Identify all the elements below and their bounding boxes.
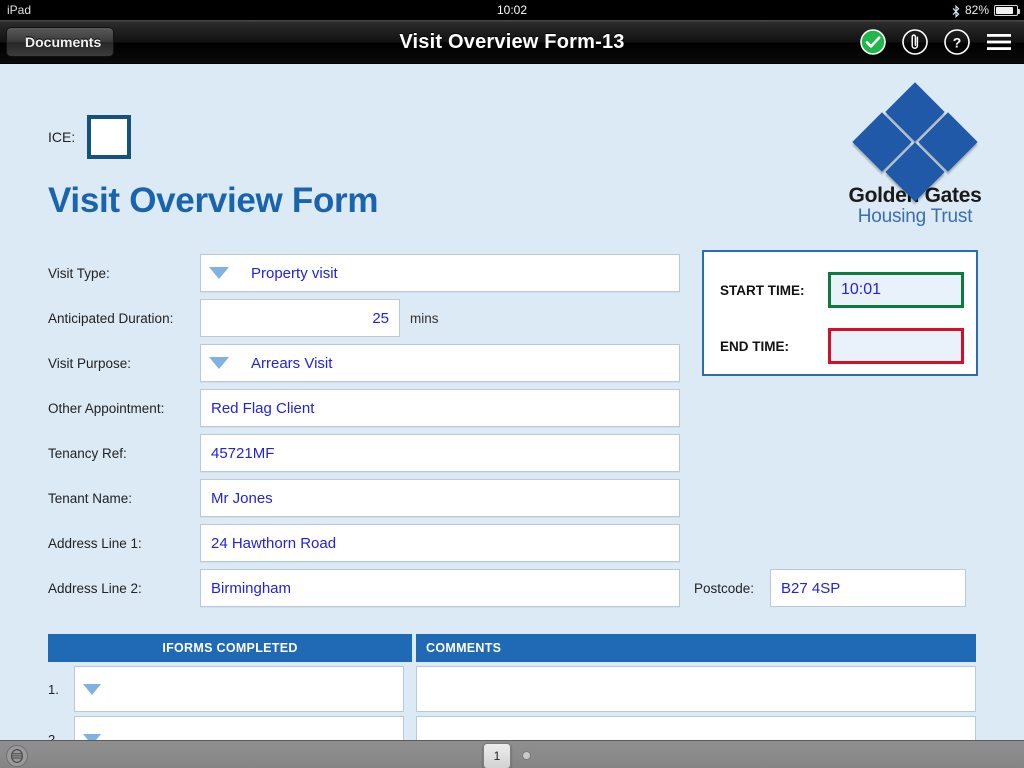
label-start-time: START TIME: bbox=[720, 282, 805, 298]
row-number: 1. bbox=[48, 681, 59, 697]
input-anticipated-duration[interactable]: 25 bbox=[200, 299, 400, 337]
nav-icon-group: ? bbox=[860, 20, 1012, 64]
duration-unit-label: mins bbox=[410, 310, 439, 326]
help-circle-icon[interactable]: ? bbox=[944, 29, 970, 55]
label-address-line-1: Address Line 1: bbox=[48, 535, 142, 551]
table-header-iforms-completed: IFORMS COMPLETED bbox=[48, 634, 412, 662]
status-bar: iPad 10:02 82% bbox=[0, 0, 1024, 20]
chevron-down-icon[interactable] bbox=[209, 357, 229, 369]
input-address-line-1[interactable]: 24 Hawthorn Road bbox=[200, 524, 680, 562]
ice-checkbox[interactable] bbox=[87, 115, 132, 159]
status-clock: 10:02 bbox=[496, 3, 528, 17]
input-comment-1[interactable] bbox=[416, 666, 976, 712]
page-number-indicator[interactable]: 1 bbox=[483, 743, 511, 768]
input-comment-2[interactable] bbox=[416, 716, 976, 740]
field-row-visit-type: Visit Type: Property visit bbox=[48, 254, 680, 292]
nav-bar: Documents Visit Overview Form-13 ? bbox=[0, 20, 1024, 64]
label-end-time: END TIME: bbox=[720, 338, 789, 354]
field-row-tenant-name: Tenant Name: Mr Jones bbox=[48, 479, 680, 517]
label-postcode: Postcode: bbox=[694, 580, 755, 596]
input-address-line-2[interactable]: Birmingham bbox=[200, 569, 680, 607]
input-end-time[interactable] bbox=[828, 328, 964, 364]
table-header-comments: COMMENTS bbox=[416, 634, 976, 662]
value-visit-purpose: Arrears Visit bbox=[251, 354, 333, 372]
label-visit-type: Visit Type: bbox=[48, 265, 110, 281]
chevron-down-icon[interactable] bbox=[209, 267, 229, 279]
input-start-time[interactable]: 10:01 bbox=[828, 272, 964, 308]
paperclip-icon[interactable] bbox=[902, 29, 928, 55]
label-address-line-2: Address Line 2: bbox=[48, 580, 142, 596]
bluetooth-icon bbox=[952, 4, 960, 18]
input-visit-type[interactable]: Property visit bbox=[200, 254, 680, 292]
battery-icon bbox=[994, 4, 1020, 16]
hamburger-menu-icon[interactable] bbox=[986, 31, 1012, 53]
form-sheet: ICE: Visit Overview Form Golden Gates Ho… bbox=[0, 64, 1024, 740]
field-row-address-line-2: Address Line 2: Birmingham bbox=[48, 569, 680, 607]
visit-time-panel: START TIME: 10:01 END TIME: bbox=[702, 250, 978, 376]
ice-row: ICE: bbox=[48, 115, 132, 159]
table-header-row: IFORMS COMPLETED COMMENTS bbox=[48, 634, 976, 662]
input-iform-2[interactable] bbox=[74, 716, 404, 740]
table-row: 1. bbox=[48, 666, 976, 712]
check-circle-icon[interactable] bbox=[860, 29, 886, 55]
input-postcode[interactable]: B27 4SP bbox=[770, 569, 967, 607]
field-row-postcode: Postcode: B27 4SP bbox=[694, 569, 967, 607]
logo-line-2: Housing Trust bbox=[857, 206, 973, 228]
label-tenancy-ref: Tenancy Ref: bbox=[48, 445, 127, 461]
bottom-toolbar: 1 bbox=[0, 740, 1024, 768]
input-iform-1[interactable] bbox=[74, 666, 404, 712]
row-number: 2. bbox=[48, 731, 59, 741]
status-right-group: 82% bbox=[952, 0, 1020, 20]
iforms-table: IFORMS COMPLETED COMMENTS 1. 2. bbox=[48, 634, 976, 740]
svg-text:?: ? bbox=[953, 34, 962, 50]
list-oval-icon[interactable] bbox=[6, 745, 28, 767]
field-row-anticipated-duration: Anticipated Duration: 25 mins bbox=[48, 299, 439, 337]
ice-label: ICE: bbox=[48, 129, 76, 145]
field-row-other-appointment: Other Appointment: Red Flag Client bbox=[48, 389, 680, 427]
start-time-row: START TIME: 10:01 bbox=[720, 272, 964, 308]
battery-percent: 82% bbox=[964, 3, 989, 17]
golden-gates-logo: Golden Gates Housing Trust bbox=[845, 82, 985, 228]
table-row: 2. bbox=[48, 716, 976, 740]
label-tenant-name: Tenant Name: bbox=[48, 490, 133, 506]
label-other-appointment: Other Appointment: bbox=[48, 400, 165, 416]
label-visit-purpose: Visit Purpose: bbox=[48, 355, 132, 371]
input-visit-purpose[interactable]: Arrears Visit bbox=[200, 344, 680, 382]
app-root: iPad 10:02 82% Documents Visit Overview … bbox=[0, 0, 1024, 768]
form-title: Visit Overview Form bbox=[48, 181, 379, 220]
chevron-down-icon[interactable] bbox=[83, 683, 101, 695]
field-row-tenancy-ref: Tenancy Ref: 45721MF bbox=[48, 434, 680, 472]
input-tenant-name[interactable]: Mr Jones bbox=[200, 479, 680, 517]
input-tenancy-ref[interactable]: 45721MF bbox=[200, 434, 680, 472]
page-dot[interactable] bbox=[522, 751, 531, 760]
logo-diamond-icon bbox=[851, 82, 979, 202]
field-row-address-line-1: Address Line 1: 24 Hawthorn Road bbox=[48, 524, 680, 562]
value-visit-type: Property visit bbox=[251, 264, 338, 282]
duration-group: 25 mins bbox=[200, 299, 439, 337]
field-row-visit-purpose: Visit Purpose: Arrears Visit bbox=[48, 344, 680, 382]
end-time-row: END TIME: bbox=[720, 328, 964, 364]
input-other-appointment[interactable]: Red Flag Client bbox=[200, 389, 680, 427]
label-anticipated-duration: Anticipated Duration: bbox=[48, 310, 174, 326]
